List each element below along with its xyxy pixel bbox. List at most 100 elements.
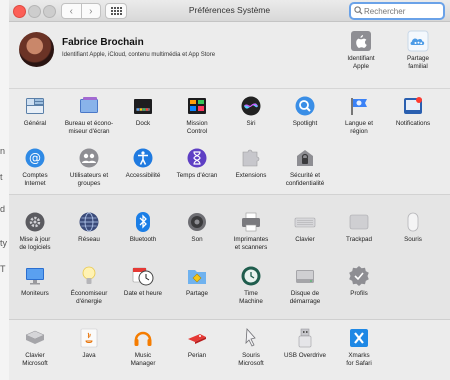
pref-label: USB Overdrive	[284, 352, 326, 359]
pref-bluetooth[interactable]: Bluetooth	[117, 211, 169, 244]
pref-label: Music Manager	[130, 352, 156, 367]
account-subtitle: Identifiant Apple, iCloud, contenu multi…	[62, 52, 216, 58]
pref-time-machine[interactable]: Time Machine	[225, 265, 277, 305]
system-preferences-window: ‹ › Préférences Système Fabrice Brochain…	[9, 0, 450, 380]
desktop-screensaver-icon	[78, 95, 100, 117]
avatar[interactable]	[19, 32, 54, 67]
date-time-icon	[132, 265, 154, 287]
pref-label: Time Machine	[239, 290, 263, 305]
pref-desktop-screensaver[interactable]: Bureau et écono- miseur d'écran	[63, 95, 115, 135]
pref-family-sharing[interactable]: Partage familial	[392, 30, 444, 70]
pref-printers-scanners[interactable]: Imprimantes et scanners	[225, 211, 277, 251]
pref-security-privacy[interactable]: Sécurité et confidentialité	[279, 147, 331, 187]
pref-label: Souris	[404, 236, 422, 243]
pref-energy-saver[interactable]: Économiseur d'énergie	[63, 265, 115, 305]
pref-java[interactable]: Java	[63, 327, 115, 360]
pref-internet-accounts[interactable]: @ Comptes Internet	[9, 147, 61, 187]
pref-users-groups[interactable]: Utilisateurs et groupes	[63, 147, 115, 187]
music-manager-icon	[132, 327, 154, 349]
pref-extensions[interactable]: Extensions	[225, 147, 277, 180]
pref-label: Bureau et écono- miseur d'écran	[64, 120, 114, 135]
background-text-fragment: d	[0, 204, 6, 214]
pref-label: Moniteurs	[21, 290, 49, 297]
pref-label: Siri	[246, 120, 256, 127]
pref-apple-id[interactable]: Identifiant Apple	[335, 30, 387, 70]
pref-music-manager[interactable]: Music Manager	[117, 327, 169, 367]
apple-id-icon	[350, 30, 372, 52]
background-text-fragment: t	[0, 172, 3, 182]
pref-notifications[interactable]: Notifications	[387, 95, 439, 128]
pref-date-time[interactable]: Date et heure	[117, 265, 169, 298]
pref-startup-disk[interactable]: Disque de démarrage	[279, 265, 331, 305]
apple-id-banner: Fabrice Brochain Identifiant Apple, iClo…	[9, 22, 450, 89]
language-region-icon	[348, 95, 370, 117]
pref-label: Réseau	[78, 236, 100, 243]
pref-mouse[interactable]: Souris	[387, 211, 439, 244]
pref-sound[interactable]: Son	[171, 211, 223, 244]
pref-sharing[interactable]: Partage	[171, 265, 223, 298]
pref-label: Identifiant Apple	[347, 55, 375, 70]
pref-xmarks[interactable]: Xmarks for Safari	[333, 327, 385, 367]
trackpad-icon	[348, 211, 370, 233]
pref-label: Profils	[350, 290, 368, 297]
pref-label: Imprimantes et scanners	[233, 236, 269, 251]
pref-language-region[interactable]: Langue et région	[333, 95, 385, 135]
pref-label: Xmarks for Safari	[346, 352, 372, 367]
accessibility-icon	[132, 147, 154, 169]
pref-microsoft-mouse[interactable]: Souris Microsoft	[225, 327, 277, 367]
pref-label: Trackpad	[345, 236, 372, 243]
microsoft-mouse-icon	[240, 327, 262, 349]
pref-network[interactable]: Réseau	[63, 211, 115, 244]
pref-label: Comptes Internet	[22, 172, 48, 187]
pref-siri[interactable]: Siri	[225, 95, 277, 128]
background-text-fragment: ty	[0, 238, 8, 248]
personal-section: Général Bureau et écono- miseur d'écran …	[9, 89, 450, 195]
pref-keyboard[interactable]: Clavier	[279, 211, 331, 244]
security-privacy-icon	[294, 147, 316, 169]
svg-text:@: @	[29, 151, 41, 165]
pref-label: Partage familial	[406, 55, 430, 70]
pref-label: Date et heure	[123, 290, 163, 297]
pref-label: Économiseur d'énergie	[70, 290, 108, 305]
pref-displays[interactable]: Moniteurs	[9, 265, 61, 298]
pref-trackpad[interactable]: Trackpad	[333, 211, 385, 244]
pref-perian[interactable]: Perian	[171, 327, 223, 360]
startup-disk-icon	[294, 265, 316, 287]
pref-label: Clavier Microsoft	[22, 352, 48, 367]
search-input[interactable]	[364, 4, 440, 18]
pref-label: Dock	[135, 120, 151, 127]
java-icon	[78, 327, 100, 349]
title-bar: ‹ › Préférences Système	[9, 0, 450, 22]
pref-usb-overdrive[interactable]: USB Overdrive	[279, 327, 331, 360]
pref-screen-time[interactable]: Temps d'écran	[171, 147, 223, 180]
pref-software-update[interactable]: Mise à jour de logiciels	[9, 211, 61, 251]
pref-label: Bluetooth	[129, 236, 157, 243]
extensions-icon	[240, 147, 262, 169]
background-text-fragment: n	[0, 146, 6, 156]
pref-accessibility[interactable]: Accessibilité	[117, 147, 169, 180]
pref-label: Spotlight	[292, 120, 318, 127]
dock-icon	[132, 95, 154, 117]
pref-label: Mise à jour de logiciels	[19, 236, 51, 251]
background-text-fragment: T	[0, 264, 6, 274]
general-icon	[24, 95, 46, 117]
family-sharing-icon	[407, 30, 429, 52]
search-field[interactable]	[349, 2, 445, 20]
notifications-icon	[402, 95, 424, 117]
pref-label: Perian	[187, 352, 207, 359]
pref-label: Notifications	[395, 120, 431, 127]
hardware-section: Mise à jour de logiciels Réseau Bluetoot…	[9, 195, 450, 320]
pref-microsoft-keyboard[interactable]: Clavier Microsoft	[9, 327, 61, 367]
pref-mission-control[interactable]: Mission Control	[171, 95, 223, 135]
pref-profiles[interactable]: Profils	[333, 265, 385, 298]
pref-general[interactable]: Général	[9, 95, 61, 128]
search-icon	[354, 6, 363, 15]
pref-spotlight[interactable]: Spotlight	[279, 95, 331, 128]
pref-dock[interactable]: Dock	[117, 95, 169, 128]
mission-control-icon	[186, 95, 208, 117]
microsoft-keyboard-icon	[24, 327, 46, 349]
software-update-icon	[24, 211, 46, 233]
pref-label: Java	[82, 352, 96, 359]
third-party-section: Clavier Microsoft Java Music Manager Per…	[9, 320, 450, 380]
pref-label: Accessibilité	[125, 172, 161, 179]
